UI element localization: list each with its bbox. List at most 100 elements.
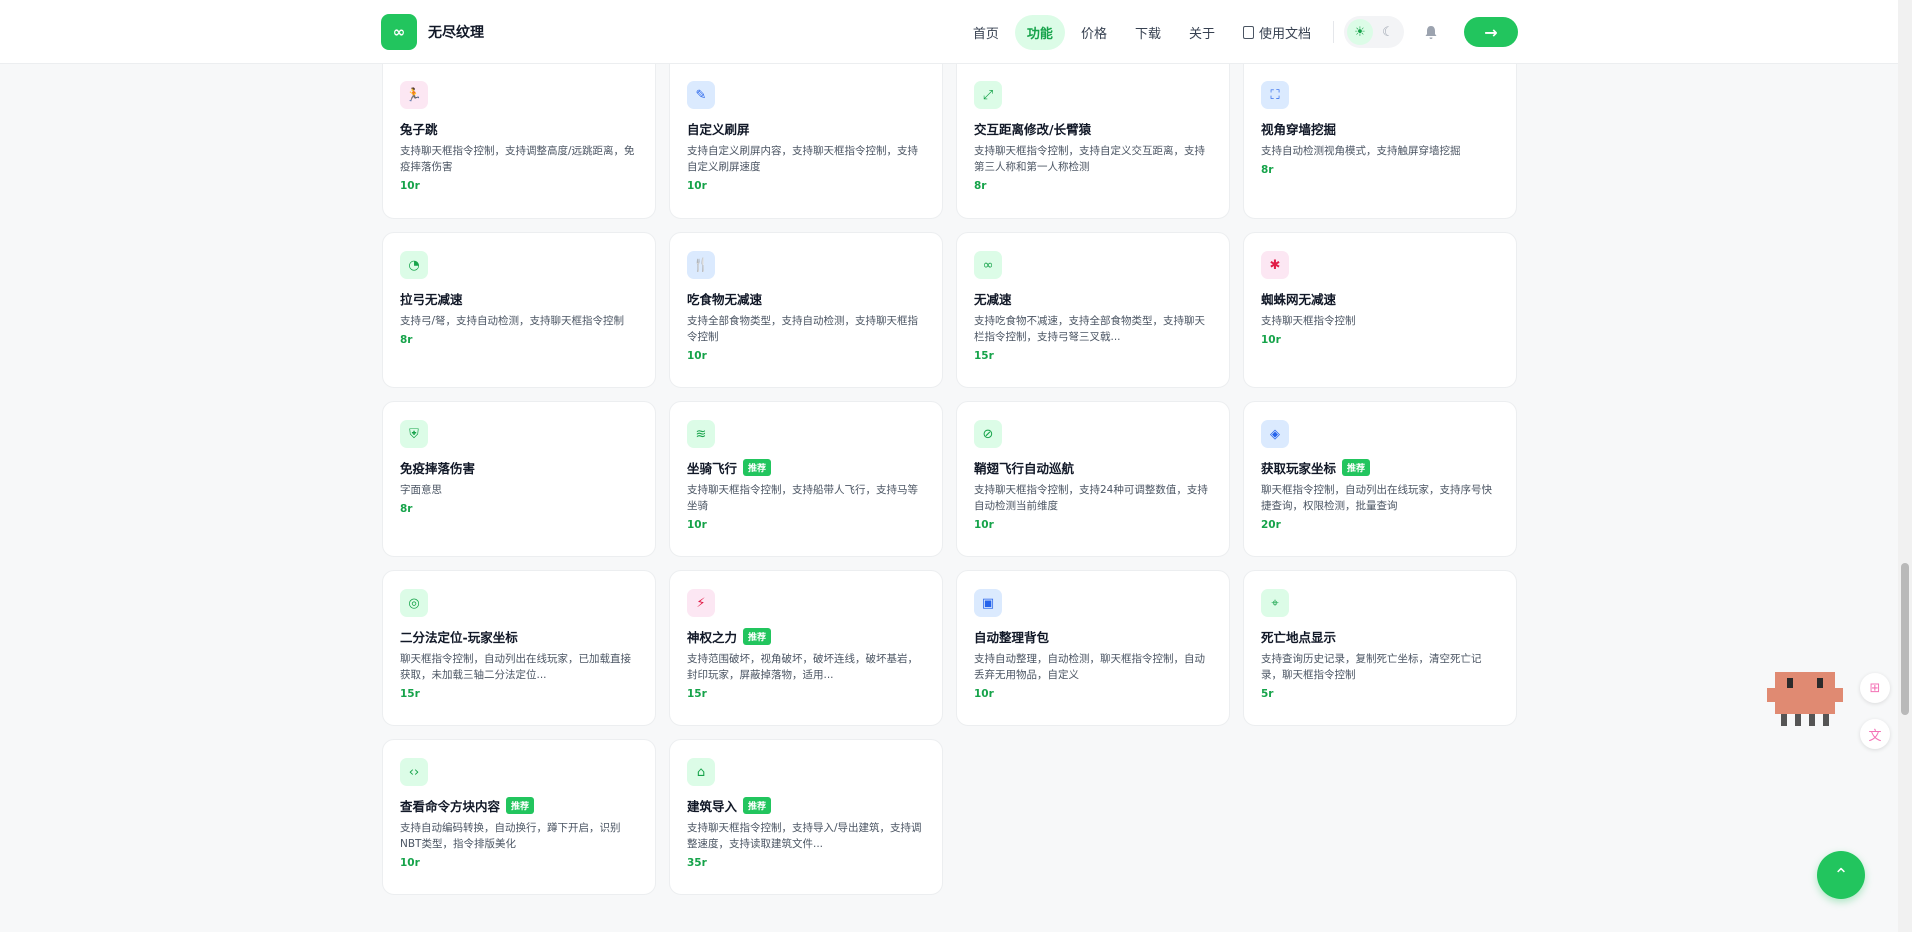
nav-item-pricing[interactable]: 价格 <box>1069 15 1119 50</box>
card-price: 10r <box>974 519 994 531</box>
card-price: 15r <box>400 688 420 700</box>
card-title-row: 坐骑飞行 推荐 <box>687 458 925 477</box>
feature-card[interactable]: ◔ 拉弓无减速 支持弓/弩，支持自动检测，支持聊天框指令控制 8r <box>382 232 656 388</box>
feature-card[interactable]: ⛶ 视角穿墙挖掘 支持自动检测视角模式，支持触屏穿墙挖掘 8r <box>1243 64 1517 219</box>
card-description: 支持吃食物不减速，支持全部食物类型，支持聊天栏指令控制，支持弓弩三叉戟... <box>974 315 1205 343</box>
scan-icon: ⛶ <box>1261 81 1289 109</box>
card-title: 免疫摔落伤害 <box>400 461 476 476</box>
card-title: 查看命令方块内容 <box>400 799 501 814</box>
card-title-row: 自定义刷屏 <box>687 119 925 138</box>
card-title: 神权之力 <box>687 630 738 645</box>
feature-card[interactable]: ⛨ 免疫摔落伤害 字面意思 8r <box>382 401 656 557</box>
logo-icon[interactable]: ∞ <box>381 14 417 50</box>
card-title-row: 鞘翅飞行自动巡航 <box>974 458 1212 477</box>
nav-item-home[interactable]: 首页 <box>961 15 1011 50</box>
recommended-badge: 推荐 <box>743 628 772 645</box>
recommended-badge: 推荐 <box>506 797 535 814</box>
feature-card[interactable]: ◈ 获取玩家坐标 推荐聊天框指令控制，自动列出在线玩家，支持序号快捷查询，权限检测，… <box>1243 401 1517 557</box>
card-title: 兔子跳 <box>400 122 438 137</box>
card-title-row: 免疫摔落伤害 <box>400 458 638 477</box>
pixel-mascot[interactable] <box>1767 672 1843 726</box>
card-title: 获取玩家坐标 <box>1261 461 1337 476</box>
card-price: 8r <box>974 180 987 192</box>
card-description: 支持自定义刷屏内容，支持聊天框指令控制，支持自定义刷屏速度 <box>687 145 918 173</box>
nav-item-docs[interactable]: 使用文档 <box>1231 15 1323 50</box>
document-icon <box>1242 25 1254 39</box>
card-price: 15r <box>974 350 994 362</box>
nav-item-features[interactable]: 功能 <box>1014 14 1065 50</box>
locate-icon: ◈ <box>1261 420 1289 448</box>
shield-icon: ⛨ <box>400 420 428 448</box>
card-price: 5r <box>1261 688 1274 700</box>
utensils-icon: 🍴 <box>687 251 715 279</box>
top-navbar: ∞ 无尽纹理 首页 功能 价格 下载 关于 使用文档 ☀ ☾ → <box>0 0 1898 64</box>
card-title-row: 蜘蛛网无减速 <box>1261 289 1499 308</box>
card-description: 支持全部食物类型，支持自动检测，支持聊天框指令控制 <box>687 315 918 343</box>
card-title-row: 查看命令方块内容 推荐 <box>400 796 638 815</box>
feature-card[interactable]: ⌖ 死亡地点显示 支持查询历史记录，复制死亡坐标，清空死亡记录，聊天框指令控制 5r <box>1243 570 1517 726</box>
card-description: 支持范围破坏，视角破坏，破坏连线，破坏基岩，封印玩家，屏蔽掉落物，适用... <box>687 653 918 681</box>
bell-icon[interactable] <box>1416 17 1446 47</box>
add-widget-icon[interactable]: ⊞ <box>1860 673 1890 703</box>
card-title-row: 获取玩家坐标 推荐 <box>1261 458 1499 477</box>
back-to-top-button[interactable]: ⌃ <box>1817 851 1865 899</box>
feature-card[interactable]: ⚡ 神权之力 推荐 支持范围破坏，视角破坏，破坏连线，破坏基岩，封印玩家，屏蔽掉落物，… <box>669 570 943 726</box>
login-arrow-button[interactable]: → <box>1464 17 1518 47</box>
card-title: 自动整理背包 <box>974 630 1050 645</box>
card-description: 聊天框指令控制，自动列出在线玩家，支持序号快捷查询，权限检测，批量查询 <box>1261 484 1492 512</box>
nav-item-download[interactable]: 下载 <box>1123 15 1173 50</box>
page-scrollbar[interactable] <box>1898 0 1912 932</box>
recommended-badge: 推荐 <box>743 459 772 476</box>
moon-icon[interactable]: ☾ <box>1375 19 1401 45</box>
sun-icon[interactable]: ☀ <box>1347 19 1373 45</box>
feature-card[interactable]: ⤢ 交互距离修改/长臂猿 支持聊天框指令控制，支持自定义交互距离，支持第三人称和第一… <box>956 64 1230 219</box>
card-price: 10r <box>687 180 707 192</box>
recommended-badge: 推荐 <box>743 797 772 814</box>
card-title-row: 死亡地点显示 <box>1261 627 1499 646</box>
card-title: 拉弓无减速 <box>400 292 463 307</box>
card-description: 字面意思 <box>400 484 442 496</box>
feature-card[interactable]: ✎ 自定义刷屏 支持自定义刷屏内容，支持聊天框指令控制，支持自定义刷屏速度 10r <box>669 64 943 219</box>
card-price: 10r <box>687 350 707 362</box>
feature-card[interactable]: ⌂ 建筑导入 推荐 支持聊天框指令控制，支持导入/导出建筑，支持调整速度，支持读取建筑… <box>669 739 943 895</box>
feature-card[interactable]: 🍴 吃食物无减速 支持全部食物类型，支持自动检测，支持聊天框指令控制 10r <box>669 232 943 388</box>
card-title-row: 拉弓无减速 <box>400 289 638 308</box>
card-title: 鞘翅飞行自动巡航 <box>974 461 1075 476</box>
card-title: 交互距离修改/长臂猿 <box>974 122 1092 137</box>
card-title-row: 交互距离修改/长臂猿 <box>974 119 1212 138</box>
card-title: 视角穿墙挖掘 <box>1261 122 1337 137</box>
feature-card[interactable]: ▣ 自动整理背包 支持自动整理，自动检测，聊天框指令控制，自动丢弃无用物品，自定义 1… <box>956 570 1230 726</box>
card-price: 10r <box>1261 334 1281 346</box>
card-description: 支持查询历史记录，复制死亡坐标，清空死亡记录，聊天框指令控制 <box>1261 653 1482 681</box>
card-description: 支持聊天框指令控制，支持船带人飞行，支持马等坐骑 <box>687 484 918 512</box>
infinity-icon: ∞ <box>974 251 1002 279</box>
expand-icon: ⤢ <box>974 81 1002 109</box>
card-price: 10r <box>687 519 707 531</box>
card-title: 坐骑飞行 <box>687 461 738 476</box>
feature-card[interactable]: 🏃 兔子跳 支持聊天框指令控制，支持调整高度/远跳距离，免疫摔落伤害 10r <box>382 64 656 219</box>
archive-icon: ▣ <box>974 589 1002 617</box>
building-icon: ⌂ <box>687 758 715 786</box>
feature-card[interactable]: ◎ 二分法定位-玩家坐标 聊天框指令控制，自动列出在线玩家，已加载直接获取，未加载三… <box>382 570 656 726</box>
scrollbar-thumb[interactable] <box>1901 563 1909 715</box>
feature-card[interactable]: ‹› 查看命令方块内容 推荐 支持自动编码转换，自动换行，蹲下开启，识别NBT类型，指… <box>382 739 656 895</box>
card-price: 20r <box>1261 519 1281 531</box>
card-title: 死亡地点显示 <box>1261 630 1337 645</box>
card-title-row: 兔子跳 <box>400 119 638 138</box>
card-title-row: 神权之力 推荐 <box>687 627 925 646</box>
brand-name[interactable]: 无尽纹理 <box>428 22 484 42</box>
card-price: 8r <box>400 334 413 346</box>
card-price: 10r <box>974 688 994 700</box>
feature-card[interactable]: ∞ 无减速 支持吃食物不减速，支持全部食物类型，支持聊天栏指令控制，支持弓弩三叉戟.… <box>956 232 1230 388</box>
nav-item-about[interactable]: 关于 <box>1177 15 1227 50</box>
card-title: 蜘蛛网无减速 <box>1261 292 1337 307</box>
card-title-row: 二分法定位-玩家坐标 <box>400 627 638 646</box>
card-description: 支持聊天框指令控制 <box>1261 315 1356 327</box>
translate-icon[interactable]: 文 <box>1860 719 1890 749</box>
feature-card[interactable]: ✱ 蜘蛛网无减速 支持聊天框指令控制 10r <box>1243 232 1517 388</box>
card-price: 35r <box>687 857 707 869</box>
compass-icon: ⊘ <box>974 420 1002 448</box>
feature-card[interactable]: ⊘ 鞘翅飞行自动巡航 支持聊天框指令控制，支持24种可调整数值，支持自动检测当前维度… <box>956 401 1230 557</box>
feature-card[interactable]: ≋ 坐骑飞行 推荐 支持聊天框指令控制，支持船带人飞行，支持马等坐骑 10r <box>669 401 943 557</box>
running-icon: 🏃 <box>400 81 428 109</box>
